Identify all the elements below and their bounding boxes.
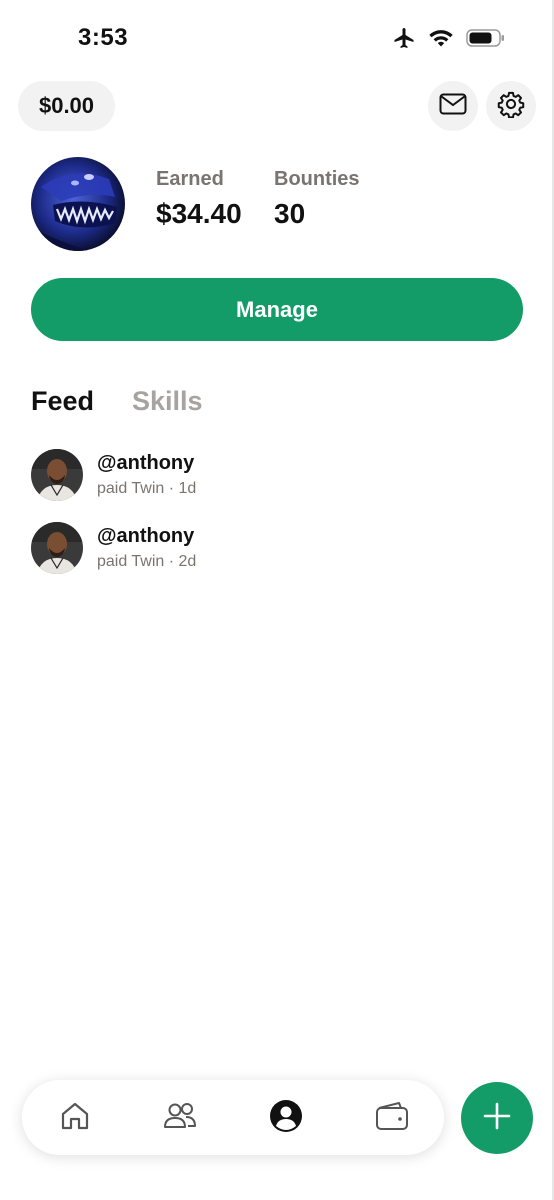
profile-avatar[interactable]: [31, 157, 125, 251]
tab-feed[interactable]: Feed: [31, 386, 94, 417]
wallet-icon: [375, 1101, 409, 1136]
nav-profile[interactable]: [266, 1098, 306, 1138]
avatar[interactable]: [31, 449, 83, 501]
manage-button[interactable]: Manage: [31, 278, 523, 341]
bounties-label: Bounties: [274, 168, 360, 190]
feed-subtitle: paid Twin · 2d: [97, 553, 197, 570]
status-icons: [392, 26, 506, 55]
feed-username[interactable]: @anthony: [97, 451, 196, 475]
list-item[interactable]: @anthony paid Twin · 2d: [31, 522, 196, 574]
mail-button[interactable]: [428, 81, 478, 131]
home-icon: [59, 1100, 91, 1137]
feed-text: @anthony paid Twin · 2d: [97, 524, 196, 572]
feed-username[interactable]: @anthony: [97, 524, 196, 548]
bounties-value: 30: [274, 198, 306, 229]
nav-wallet[interactable]: [372, 1098, 412, 1138]
airplane-icon: [392, 26, 416, 55]
plus-icon: [482, 1101, 512, 1136]
bottom-nav: [22, 1080, 444, 1155]
add-button[interactable]: [461, 1082, 533, 1154]
avatar[interactable]: [31, 522, 83, 574]
feed-subtitle: paid Twin · 1d: [97, 480, 197, 497]
nav-people[interactable]: [160, 1098, 200, 1138]
list-item[interactable]: @anthony paid Twin · 1d: [31, 449, 196, 501]
settings-button[interactable]: [486, 81, 536, 131]
feed-text: @anthony paid Twin · 1d: [97, 451, 196, 499]
wifi-icon: [428, 28, 454, 53]
battery-icon: [466, 28, 506, 53]
earned-label: Earned: [156, 168, 224, 190]
gear-icon: [497, 90, 525, 123]
tab-skills[interactable]: Skills: [132, 386, 203, 417]
earned-value: $34.40: [156, 198, 242, 229]
nav-home[interactable]: [55, 1098, 95, 1138]
profile-icon: [269, 1099, 303, 1138]
balance-pill[interactable]: $0.00: [18, 81, 115, 131]
status-time: 3:53: [78, 24, 129, 51]
mail-icon: [439, 93, 467, 120]
people-icon: [162, 1100, 198, 1137]
